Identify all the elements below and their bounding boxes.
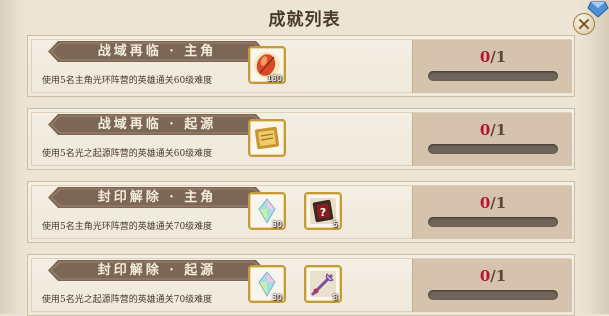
achievement-row: 战域再临 · 主角 使用5名主角光环阵营的英雄通关60级难度 180 0/1 [27, 35, 575, 97]
achievement-title: 战域再临 · 起源 [97, 117, 217, 132]
achievement-title-banner: 封印解除 · 起源 [48, 260, 266, 281]
achievement-title-banner: 战域再临 · 主角 [48, 41, 266, 62]
reward-count: 5 [332, 220, 338, 229]
reward-item[interactable]: 30 [248, 192, 286, 230]
achievement-description: 使用5名主角光环阵营的英雄通关70级难度 [42, 222, 213, 232]
right-border-decoration [579, 0, 609, 314]
progress-bar [428, 71, 558, 81]
reward-item[interactable]: 30 [248, 265, 286, 303]
title-bar: 成就列表 [0, 0, 609, 30]
achievement-row: 封印解除 · 起源 使用5名光之起源阵营的英雄通关70级难度 30 8 0/1 [27, 254, 575, 316]
close-button[interactable] [573, 13, 595, 35]
progress-panel: 0/1 [412, 259, 572, 312]
achievement-title-banner: 战域再临 · 起源 [48, 114, 266, 135]
reward-count: 8 [332, 293, 338, 302]
page-title: 成就列表 [268, 10, 341, 30]
achievement-row: 封印解除 · 主角 使用5名主角光环阵营的英雄通关70级难度 30 ? 5 0/… [27, 181, 575, 243]
progress-panel: 0/1 [412, 113, 572, 166]
achievement-description: 使用5名主角光环阵营的英雄通关60级难度 [42, 76, 213, 86]
reward-item[interactable]: 180 [248, 46, 286, 84]
progress-panel: 0/1 [412, 40, 572, 93]
achievement-description: 使用5名光之起源阵营的英雄通关60级难度 [42, 149, 213, 159]
progress-text: 0/1 [479, 194, 507, 212]
progress-text: 0/1 [479, 267, 507, 285]
gold-ticket-icon [254, 126, 280, 150]
left-border-decoration [0, 0, 26, 314]
svg-text:?: ? [320, 206, 326, 219]
reward-count: 180 [266, 74, 282, 83]
reward-count: 30 [271, 293, 282, 302]
close-icon [579, 19, 589, 29]
progress-bar [428, 290, 558, 300]
achievement-description: 使用5名光之起源阵营的英雄通关70级难度 [42, 295, 213, 305]
achievement-title: 封印解除 · 起源 [97, 263, 217, 278]
progress-text: 0/1 [479, 48, 507, 66]
reward-count: 30 [271, 220, 282, 229]
achievement-title: 战域再临 · 主角 [97, 44, 217, 59]
reward-item[interactable]: 8 [304, 265, 342, 303]
reward-item[interactable] [248, 119, 286, 157]
achievement-title: 封印解除 · 主角 [97, 190, 217, 205]
progress-bar [428, 144, 558, 154]
progress-text: 0/1 [479, 121, 507, 139]
achievement-title-banner: 封印解除 · 主角 [48, 187, 266, 208]
reward-item[interactable]: ? 5 [304, 192, 342, 230]
progress-panel: 0/1 [412, 186, 572, 239]
achievement-row: 战域再临 · 起源 使用5名光之起源阵营的英雄通关60级难度 0/1 [27, 108, 575, 170]
progress-bar [428, 217, 558, 227]
